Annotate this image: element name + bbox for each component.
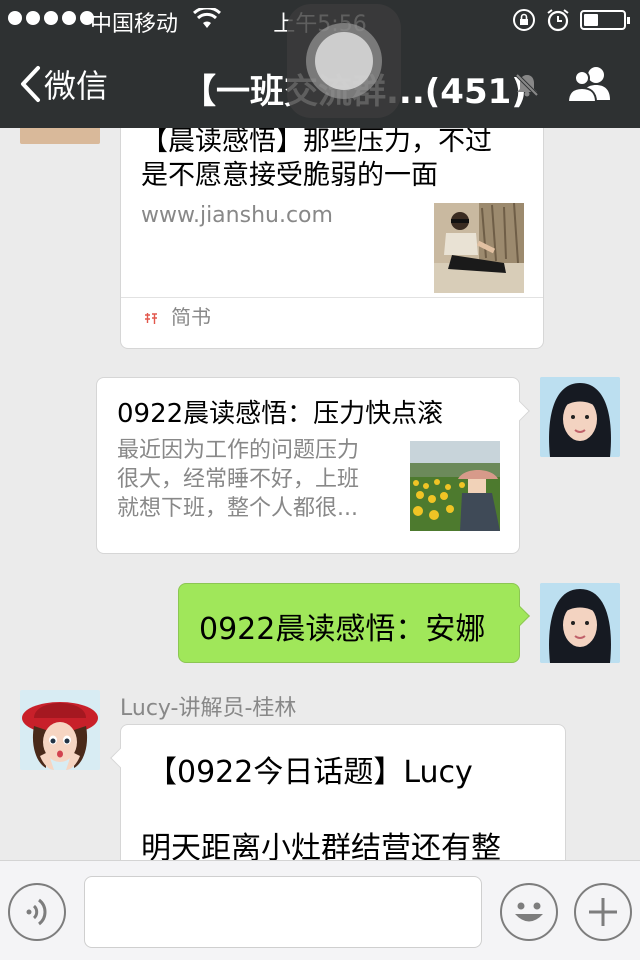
message-bubble-sent[interactable]: 0922晨读感悟：安娜 bbox=[178, 583, 520, 663]
link-card-thumbnail bbox=[410, 441, 500, 531]
link-card-desc-line: 最近因为工作的问题压力 bbox=[117, 438, 360, 463]
rotation-lock-icon bbox=[513, 9, 535, 31]
back-button[interactable]: 微信 bbox=[18, 62, 108, 106]
link-card-source: 简书 bbox=[171, 305, 211, 329]
assistive-touch-button[interactable] bbox=[287, 4, 401, 118]
back-label: 微信 bbox=[44, 67, 109, 105]
link-card-article[interactable]: 0922晨读感悟：压力快点滚 最近因为工作的问题压力 很大，经常睡不好，上班 就… bbox=[96, 377, 520, 554]
sender-name: Lucy-讲解员-桂林 bbox=[120, 696, 297, 721]
link-card-desc-line: 很大，经常睡不好，上班 bbox=[117, 467, 360, 492]
message-bubble-received[interactable]: 【0922今日话题】Lucy 明天距离小灶群结营还有整 bbox=[120, 724, 566, 860]
battery-icon bbox=[580, 10, 630, 30]
link-card-title-line: 是不愿意接受脆弱的一面 bbox=[141, 160, 438, 191]
battery-level bbox=[584, 14, 598, 26]
alarm-icon bbox=[547, 9, 569, 32]
message-input[interactable] bbox=[84, 876, 482, 948]
link-card-thumbnail bbox=[434, 203, 524, 293]
message-text: 0922晨读感悟：安娜 bbox=[199, 612, 486, 647]
divider bbox=[121, 297, 543, 298]
chat-area[interactable]: 【晨读感悟】那些压力，不过 是不愿意接受脆弱的一面 www.jianshu.co… bbox=[0, 128, 640, 860]
avatar[interactable] bbox=[20, 128, 100, 144]
emoji-button[interactable] bbox=[500, 883, 558, 941]
input-bar bbox=[0, 860, 640, 960]
link-card-title: 0922晨读感悟：压力快点滚 bbox=[117, 399, 444, 429]
group-members-icon[interactable] bbox=[566, 64, 614, 104]
voice-input-button[interactable] bbox=[8, 883, 66, 941]
link-card-desc-line: 就想下班，整个人都很... bbox=[117, 496, 358, 521]
link-card-article[interactable]: 【晨读感悟】那些压力，不过 是不愿意接受脆弱的一面 www.jianshu.co… bbox=[120, 128, 544, 349]
avatar[interactable] bbox=[540, 377, 620, 457]
avatar[interactable] bbox=[540, 583, 620, 663]
chevron-left-icon bbox=[21, 66, 40, 102]
link-card-url: www.jianshu.com bbox=[141, 203, 333, 228]
plus-icon bbox=[589, 898, 617, 926]
mute-bell-icon bbox=[515, 73, 539, 97]
message-text-line: 【0922今日话题】Lucy bbox=[147, 755, 473, 790]
message-text-line: 明天距离小灶群结营还有整 bbox=[141, 831, 501, 860]
voice-icon bbox=[26, 898, 47, 926]
link-card-title-line: 【晨读感悟】那些压力，不过 bbox=[141, 128, 492, 157]
emoji-icon bbox=[515, 902, 543, 922]
avatar[interactable] bbox=[20, 690, 100, 770]
jianshu-icon bbox=[143, 311, 159, 327]
more-button[interactable] bbox=[574, 883, 632, 941]
